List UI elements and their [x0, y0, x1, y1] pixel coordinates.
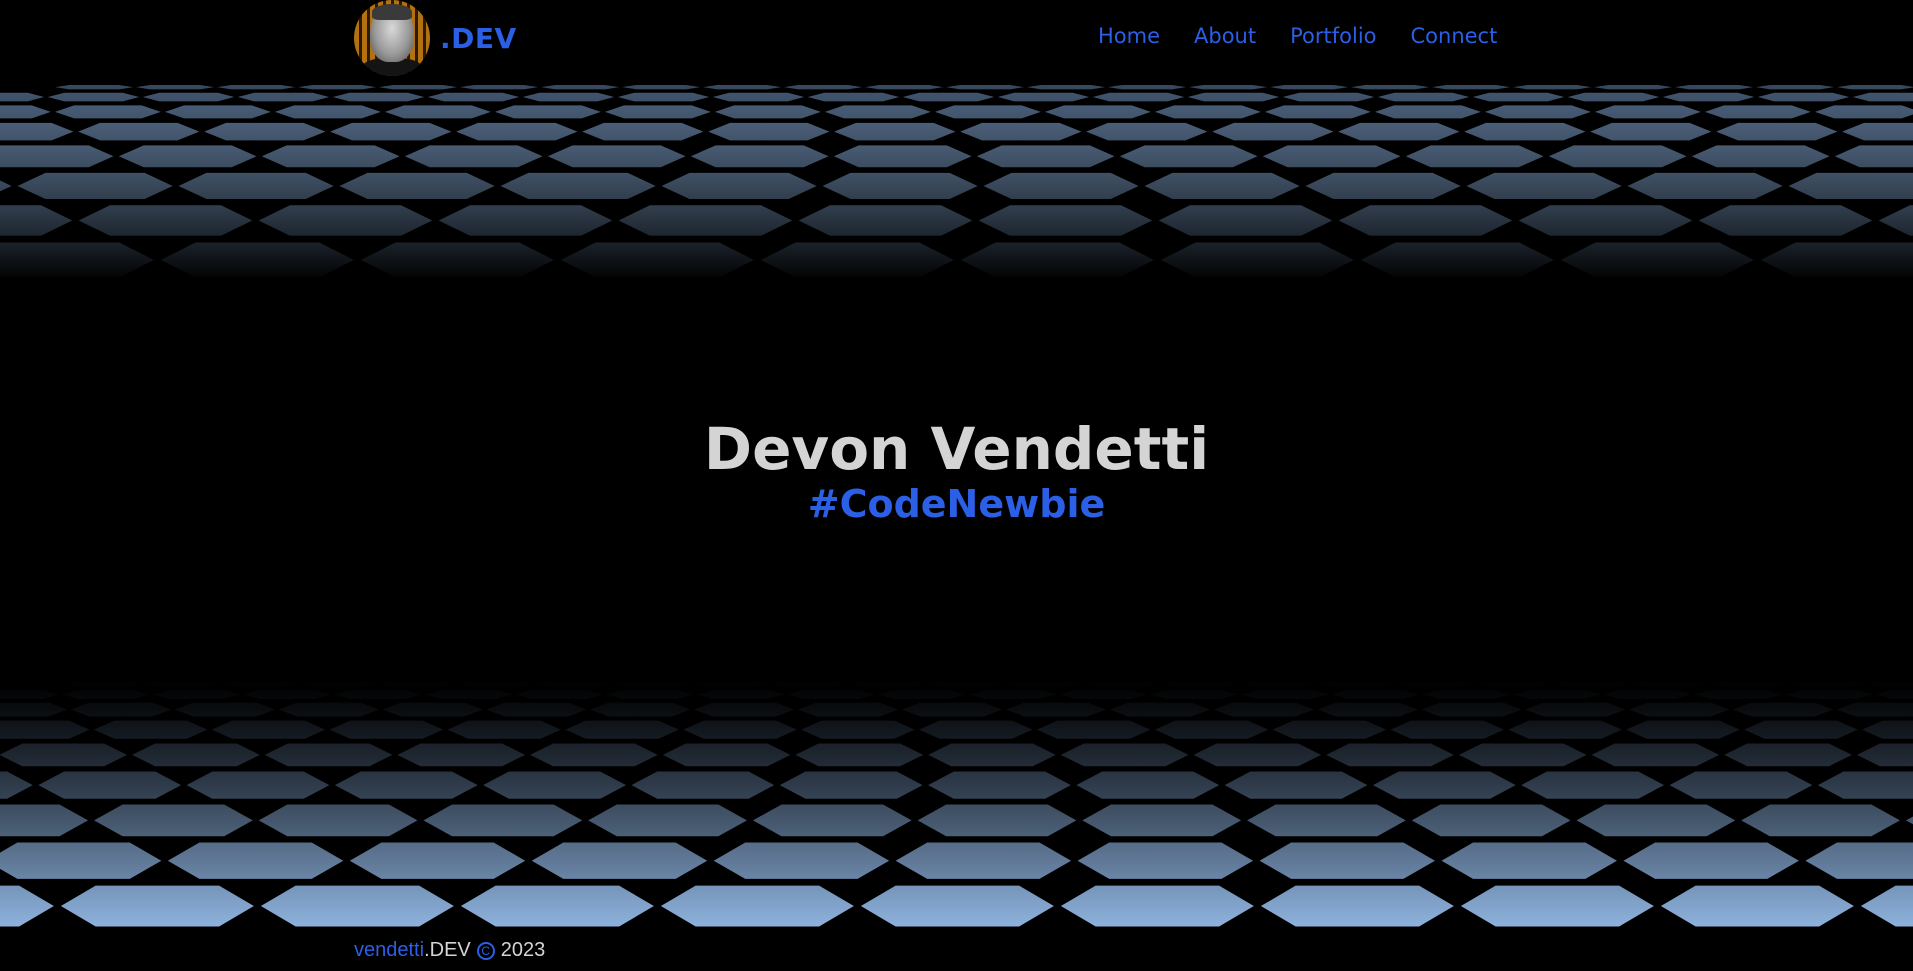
copyright-year: 2023 [500, 939, 546, 961]
copyright-name: vendetti [354, 939, 425, 961]
copyright-icon: C [476, 941, 495, 960]
brand-logo[interactable]: .DEV [354, 0, 517, 76]
nav-about[interactable]: About [1194, 24, 1256, 48]
copyright-suffix: .DEV [424, 939, 471, 961]
avatar [354, 0, 430, 76]
nav-home[interactable]: Home [1098, 24, 1160, 48]
hero-name: Devon Vendetti [703, 415, 1210, 483]
site-footer: vendetti .DEV C 2023 [0, 930, 1913, 971]
nav-connect[interactable]: Connect [1411, 24, 1498, 48]
hero-tagline: #CodeNewbie [807, 482, 1106, 526]
main-nav: Home About Portfolio Connect [1098, 24, 1497, 48]
nav-portfolio[interactable]: Portfolio [1290, 24, 1376, 48]
site-header: .DEV Home About Portfolio Connect [0, 0, 1913, 81]
hero: Devon Vendetti #CodeNewbie [0, 420, 1913, 526]
brand-text: .DEV [440, 21, 517, 55]
hex-ceiling-background [0, 81, 1913, 281]
copyright: vendetti .DEV C 2023 [354, 939, 545, 962]
hex-floor-background [0, 678, 1913, 930]
